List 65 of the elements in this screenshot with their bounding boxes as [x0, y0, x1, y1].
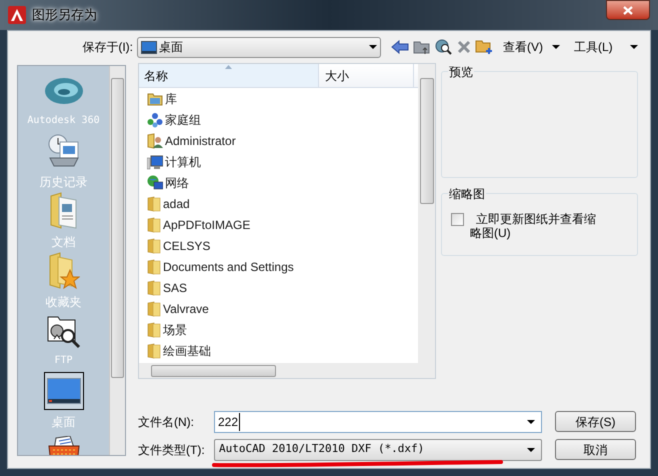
folder-icon [147, 280, 161, 296]
column-header[interactable]: 名称 [139, 64, 319, 87]
folder-icon [147, 238, 161, 254]
file-name[interactable]: Administrator [165, 132, 236, 150]
monitor-icon [46, 378, 80, 404]
folder-icon [147, 300, 161, 316]
file-name[interactable]: CELSYS [163, 236, 210, 254]
file-name[interactable]: 库 [165, 90, 177, 108]
group-title: 预览 [448, 63, 474, 81]
app-logo-icon [8, 6, 26, 24]
delete-icon[interactable] [457, 40, 471, 54]
clock-tray-icon [46, 134, 82, 168]
monitor-icon [141, 40, 157, 54]
document-folder-icon [48, 192, 78, 230]
tools-menu-button[interactable]: 工具(L) [573, 38, 614, 56]
search-web-icon[interactable] [435, 39, 453, 55]
folder-icon [147, 322, 161, 338]
library-folder-icon [147, 92, 163, 106]
close-icon [623, 6, 633, 14]
file-name[interactable]: SAS [163, 278, 188, 296]
horizontal-scrollbar[interactable] [139, 363, 435, 378]
back-arrow-icon[interactable] [391, 40, 409, 54]
sort-arrow-icon [225, 65, 232, 69]
checkbox-label[interactable]: 立即更新图纸并查看缩略图(U) [470, 212, 600, 240]
dropdown-caret-icon [369, 45, 377, 49]
folder-icon [147, 196, 161, 212]
file-name-label: 文件名(N): [138, 414, 195, 430]
user-folder-icon [147, 132, 163, 148]
file-name[interactable]: Valvrave [163, 300, 209, 318]
close-button[interactable] [606, 0, 650, 20]
checkbox[interactable] [451, 213, 464, 226]
vertical-scrollbar[interactable] [109, 66, 125, 455]
file-name[interactable]: adad [163, 194, 190, 212]
people-icon [147, 112, 163, 128]
save-in-dropdown[interactable]: 桌面 [137, 36, 381, 58]
file-name[interactable]: 场景 [163, 320, 187, 338]
file-name[interactable]: Documents and Settings [163, 258, 294, 276]
file-name[interactable]: 家庭组 [165, 110, 201, 128]
dropdown-caret-icon [527, 448, 535, 452]
window-title: 图形另存为 [32, 6, 97, 24]
file-name[interactable]: ApPDFtoIMAGE [163, 216, 250, 234]
cancel-button[interactable]: 取消 [555, 439, 636, 460]
file-type-label: 文件类型(T): [138, 442, 206, 458]
folder-icon [147, 342, 161, 358]
folder-up-icon[interactable] [413, 39, 431, 55]
save-button[interactable]: 保存(S) [555, 411, 636, 432]
dropdown-caret-icon [527, 420, 535, 424]
globe-monitor-icon [147, 174, 163, 190]
file-name[interactable]: 计算机 [165, 152, 201, 170]
file-name[interactable]: 绘画基础 [163, 342, 211, 360]
dropdown-caret-icon[interactable] [630, 45, 638, 49]
file-name[interactable]: 网络 [165, 174, 189, 192]
folder-icon [147, 216, 161, 232]
swirl-icon [44, 76, 84, 106]
save-in-label: 保存于(I): [81, 39, 134, 56]
column-header[interactable]: 大小 [319, 64, 414, 87]
computer-icon [147, 154, 163, 170]
dropdown-caret-icon[interactable] [552, 45, 560, 49]
new-folder-icon[interactable] [475, 39, 493, 55]
file-type-dropdown[interactable]: AutoCAD 2010/LT2010 DXF (*.dxf) [214, 438, 542, 460]
folder-icon [147, 258, 161, 274]
star-folder-icon [48, 252, 80, 290]
view-menu-button[interactable]: 查看(V) [502, 38, 544, 56]
file-name-field[interactable]: 222 [214, 410, 542, 432]
vertical-scrollbar[interactable] [418, 64, 435, 363]
